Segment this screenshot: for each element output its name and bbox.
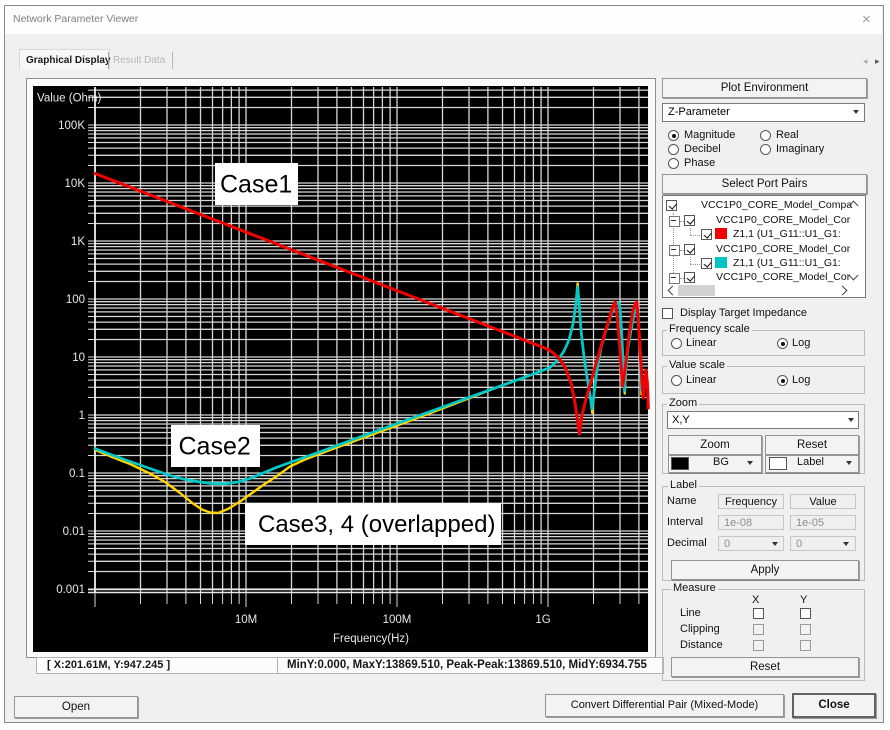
svg-text:Case2: Case2	[179, 433, 251, 461]
svg-text:Value (Ohm): Value (Ohm)	[37, 93, 102, 105]
svg-text:10: 10	[72, 352, 85, 364]
svg-text:100: 100	[66, 294, 85, 306]
svg-text:0.1: 0.1	[69, 468, 85, 480]
svg-text:Case3, 4 (overlapped): Case3, 4 (overlapped)	[258, 511, 495, 538]
svg-text:100K: 100K	[58, 120, 85, 132]
svg-text:Frequency(Hz): Frequency(Hz)	[333, 633, 409, 645]
svg-text:100M: 100M	[383, 614, 412, 626]
svg-text:Case1: Case1	[220, 171, 292, 199]
svg-text:1K: 1K	[71, 236, 85, 248]
svg-text:10M: 10M	[235, 614, 257, 626]
svg-text:1G: 1G	[535, 614, 550, 626]
svg-text:0.001: 0.001	[56, 584, 85, 596]
svg-text:0.01: 0.01	[63, 526, 85, 538]
svg-text:1: 1	[79, 410, 85, 422]
svg-text:10K: 10K	[65, 178, 86, 190]
